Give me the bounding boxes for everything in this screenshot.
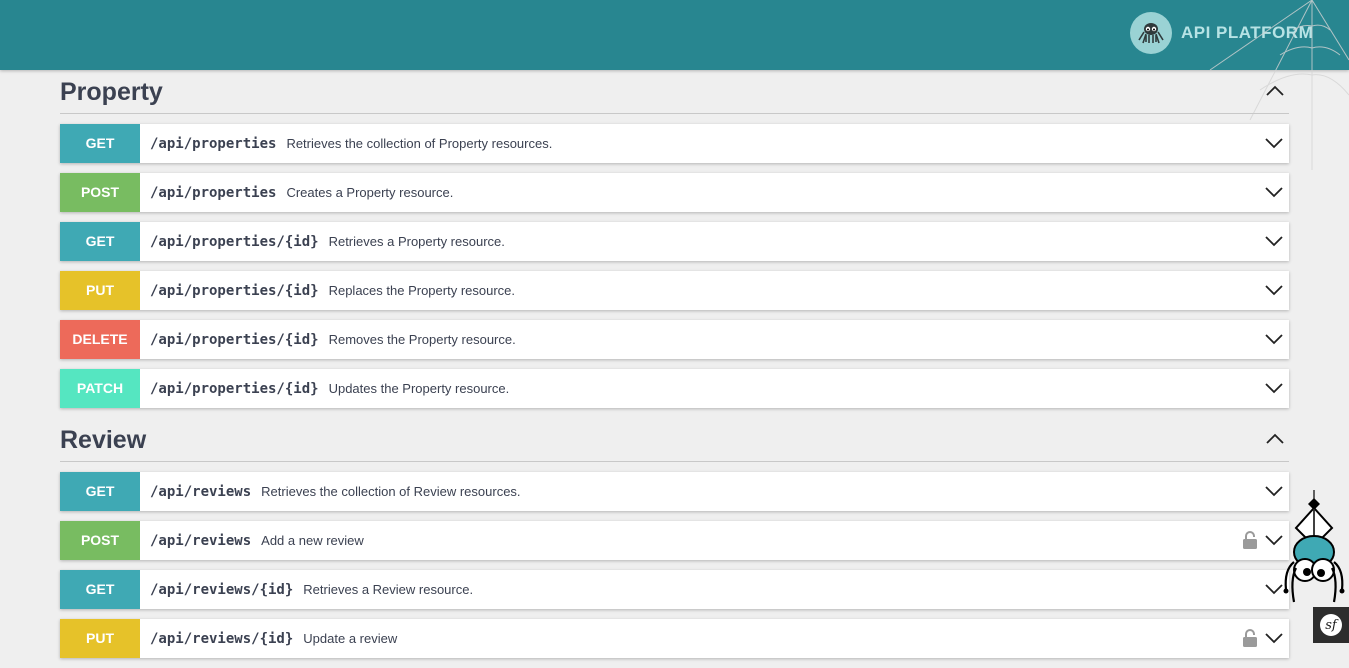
operation-row[interactable]: GET/api/properties/{id} Retrieves a Prope… [60, 222, 1289, 261]
operation-row[interactable]: PUT/api/properties/{id} Replaces the Prop… [60, 271, 1289, 310]
operation-path: /api/reviews/{id} [150, 630, 294, 647]
top-bar: API PLATFORM [0, 0, 1349, 70]
chevron-down-icon[interactable] [1265, 632, 1283, 644]
operation-row[interactable]: GET/api/reviews/{id} Retrieves a Review r… [60, 570, 1289, 609]
operations-container: Property GET/api/properties Retrieves the… [60, 70, 1289, 668]
symfony-icon: sf [1320, 614, 1342, 636]
lock-icon[interactable] [1242, 531, 1258, 549]
chevron-up-icon[interactable] [1265, 84, 1285, 98]
method-badge: PUT [60, 619, 140, 658]
operation-path: /api/properties [150, 184, 277, 201]
method-badge: GET [60, 124, 140, 163]
operation-path: /api/properties/{id} [150, 233, 319, 250]
operation-summary: Removes the Property resource. [328, 332, 516, 347]
operation-row[interactable]: PUT/api/reviews/{id} Update a review [60, 619, 1289, 658]
operation-summary: Creates a Property resource. [286, 185, 454, 200]
operations-list-property: GET/api/properties Retrieves the collecti… [60, 124, 1289, 408]
operation-path: /api/properties [150, 135, 277, 152]
chevron-down-icon[interactable] [1265, 284, 1283, 296]
operation-path: /api/reviews [150, 532, 252, 549]
chevron-down-icon[interactable] [1265, 186, 1283, 198]
operation-path: /api/properties/{id} [150, 380, 319, 397]
section-review: Review GET/api/reviews Retrieves the coll… [60, 418, 1289, 658]
spider-mascot-icon [1283, 490, 1345, 603]
section-property: Property GET/api/properties Retrieves the… [60, 70, 1289, 408]
method-badge: PATCH [60, 369, 140, 408]
operation-row[interactable]: DELETE/api/properties/{id} Removes the Pr… [60, 320, 1289, 359]
lock-icon[interactable] [1242, 629, 1258, 647]
operation-summary: Replaces the Property resource. [328, 283, 516, 298]
operation-summary: Update a review [303, 631, 398, 646]
method-badge: PUT [60, 271, 140, 310]
operation-path: /api/reviews/{id} [150, 581, 294, 598]
chevron-down-icon[interactable] [1265, 333, 1283, 345]
chevron-up-icon[interactable] [1265, 432, 1285, 446]
method-badge: POST [60, 173, 140, 212]
operation-path: /api/properties/{id} [150, 331, 319, 348]
operation-row[interactable]: PATCH/api/properties/{id} Updates the Pro… [60, 369, 1289, 408]
operation-summary: Retrieves a Property resource. [328, 234, 505, 249]
operation-summary: Retrieves the collection of Review resou… [261, 484, 521, 499]
operation-row[interactable]: POST/api/reviews Add a new review [60, 521, 1289, 560]
operation-row[interactable]: GET/api/properties Retrieves the collecti… [60, 124, 1289, 163]
operation-summary: Retrieves a Review resource. [303, 582, 474, 597]
section-title: Review [60, 426, 147, 454]
method-badge: DELETE [60, 320, 140, 359]
symfony-badge[interactable]: sf [1313, 607, 1349, 643]
chevron-down-icon[interactable] [1265, 137, 1283, 149]
chevron-down-icon[interactable] [1265, 382, 1283, 394]
operation-row[interactable]: GET/api/reviews Retrieves the collection … [60, 472, 1289, 511]
method-badge: GET [60, 570, 140, 609]
section-header-review[interactable]: Review [60, 418, 1289, 462]
operation-row[interactable]: POST/api/properties Creates a Property re… [60, 173, 1289, 212]
operation-summary: Retrieves the collection of Property res… [286, 136, 553, 151]
operation-path: /api/properties/{id} [150, 282, 319, 299]
method-badge: POST [60, 521, 140, 560]
operation-path: /api/reviews [150, 483, 252, 500]
operations-list-review: GET/api/reviews Retrieves the collection … [60, 472, 1289, 658]
method-badge: GET [60, 222, 140, 261]
chevron-down-icon[interactable] [1265, 235, 1283, 247]
operation-summary: Updates the Property resource. [328, 381, 510, 396]
method-badge: GET [60, 472, 140, 511]
spider-logo-icon [1130, 12, 1172, 54]
operation-summary: Add a new review [261, 533, 364, 548]
section-header-property[interactable]: Property [60, 70, 1289, 114]
section-title: Property [60, 78, 163, 106]
